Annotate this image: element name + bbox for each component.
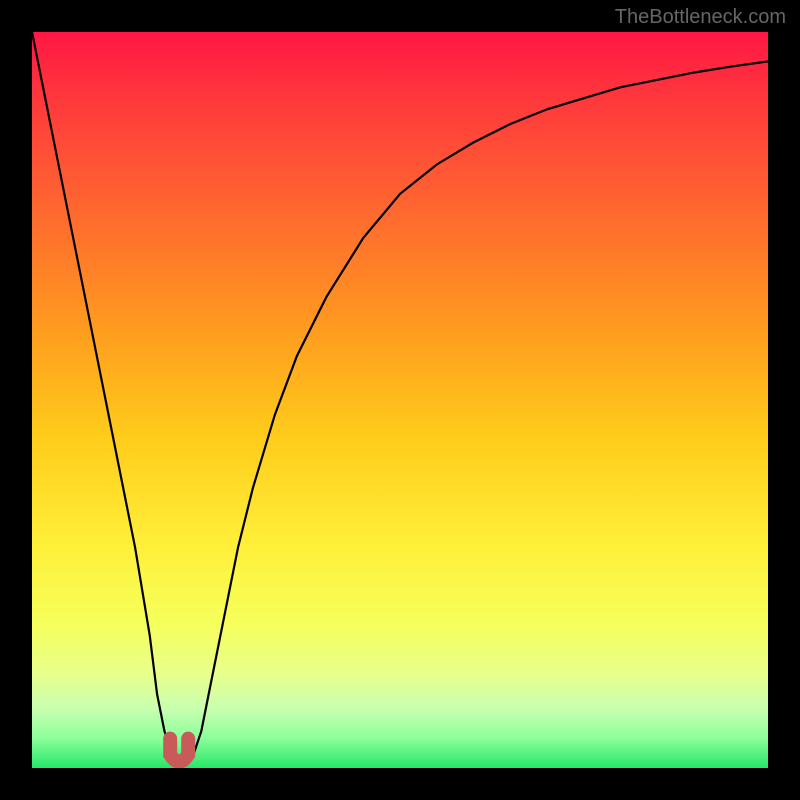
watermark-label: TheBottleneck.com	[615, 6, 786, 29]
cusp-marker	[170, 739, 188, 762]
chart-area	[32, 32, 768, 768]
bottleneck-curve	[32, 32, 768, 761]
chart-frame: TheBottleneck.com	[0, 0, 800, 800]
curves-layer	[32, 32, 768, 768]
